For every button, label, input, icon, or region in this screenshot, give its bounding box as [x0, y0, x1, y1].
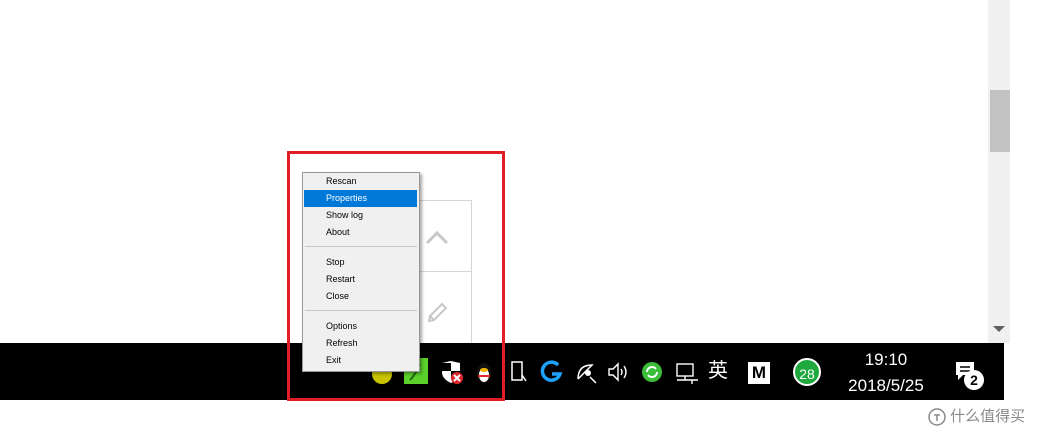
usb-device-icon[interactable]	[508, 359, 528, 385]
scroll-down-arrow-icon[interactable]	[993, 326, 1005, 332]
scrollbar-thumb[interactable]	[990, 90, 1010, 152]
action-center-button[interactable]: 2	[952, 358, 986, 392]
ime-icon[interactable]: 英	[704, 361, 732, 381]
badge-icon[interactable]: 28	[793, 358, 821, 386]
vertical-scrollbar[interactable]	[988, 0, 1010, 343]
network-satellite-icon[interactable]	[574, 359, 600, 385]
notification-count: 2	[964, 370, 984, 390]
watermark-logo-icon	[928, 408, 946, 426]
m-box-icon[interactable]: M	[748, 362, 770, 384]
screen-edge	[1004, 343, 1050, 400]
watermark-text: 什么值得买	[950, 408, 1026, 425]
ethernet-icon[interactable]	[674, 360, 700, 386]
volume-icon[interactable]	[606, 360, 632, 384]
highlight-box	[287, 151, 505, 401]
clock-time[interactable]: 19:10	[846, 350, 926, 370]
logitech-g-icon[interactable]	[540, 360, 564, 384]
clock-date[interactable]: 2018/5/25	[836, 376, 936, 396]
watermark: 什么值得买	[928, 405, 1025, 426]
sync-icon[interactable]	[641, 361, 663, 383]
